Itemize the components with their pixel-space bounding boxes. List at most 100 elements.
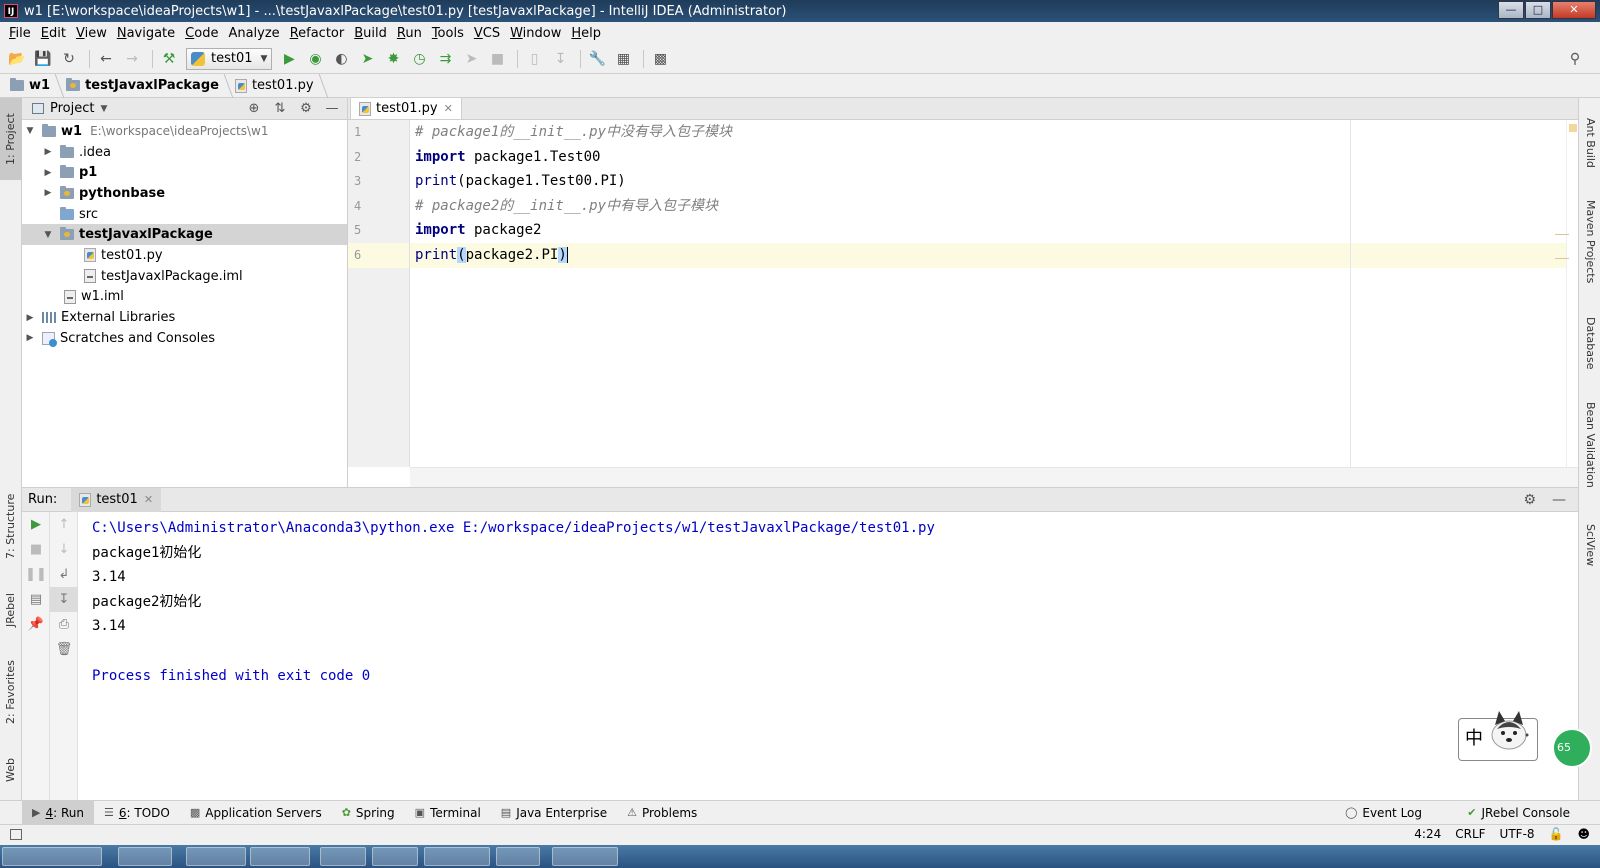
tool-tab-jrebel[interactable]: JRebel — [0, 582, 22, 638]
tree-item-p1[interactable]: ▶ p1 — [22, 162, 347, 183]
profile-icon[interactable]: ◷ — [408, 48, 430, 70]
tool-button-problems[interactable]: ⚠ Problems — [617, 801, 707, 825]
inspection-status-icon[interactable] — [1569, 124, 1577, 132]
code-line[interactable]: # package1的__init__.py中没有导入包子模块 — [410, 120, 1578, 145]
menu-vcs[interactable]: VCS — [469, 26, 505, 41]
tool-button-terminal[interactable]: ▣ Terminal — [405, 801, 491, 825]
taskbar-button[interactable] — [186, 847, 246, 866]
collapsed-arrow-icon[interactable]: ▶ — [24, 333, 36, 343]
tree-item-w1-iml[interactable]: w1.iml — [22, 287, 347, 308]
tool-button-java-enterprise[interactable]: ▤ Java Enterprise — [491, 801, 617, 825]
print-icon[interactable]: ⎙ — [50, 612, 78, 637]
toggle-tool-windows-icon[interactable] — [10, 829, 22, 840]
chevron-down-icon[interactable]: ▼ — [100, 104, 107, 114]
build-hammer-icon[interactable]: ⚒ — [158, 48, 180, 70]
attach-debugger-icon[interactable]: ➤ — [460, 48, 482, 70]
vcs-commit-icon[interactable]: ↧ — [549, 48, 571, 70]
sdk-manager-icon[interactable]: ▩ — [649, 48, 671, 70]
menu-tools[interactable]: Tools — [427, 26, 469, 41]
breadcrumb-item-file[interactable]: test01.py — [234, 78, 324, 93]
close-tab-icon[interactable]: ✕ — [144, 493, 153, 506]
concurrency-diagram-icon[interactable]: ⇉ — [434, 48, 456, 70]
breadcrumb-item-package[interactable]: testJavaxlPackage — [66, 78, 229, 93]
close-button[interactable]: ✕ — [1552, 1, 1596, 19]
tool-tab-maven-projects[interactable]: Maven Projects — [1579, 192, 1600, 292]
tool-button-event-log[interactable]: ◯ Event Log — [1335, 801, 1432, 825]
tool-tab-database[interactable]: Database — [1579, 308, 1600, 378]
project-structure-icon[interactable]: ▦ — [612, 48, 634, 70]
tool-tab-project[interactable]: 1: Project — [0, 98, 22, 180]
tool-tab-web[interactable]: Web — [0, 748, 22, 792]
hide-panel-icon[interactable]: — — [323, 101, 341, 117]
tool-tab-ant-build[interactable]: Ant Build — [1579, 106, 1600, 180]
tree-item-test01-py[interactable]: test01.py — [22, 245, 347, 266]
settings-wrench-icon[interactable]: 🔧 — [586, 48, 608, 70]
expanded-arrow-icon[interactable]: ▼ — [42, 230, 54, 240]
taskbar-button[interactable] — [2, 847, 102, 866]
gear-icon[interactable]: ⚙ — [1523, 492, 1536, 508]
collapsed-arrow-icon[interactable]: ▶ — [42, 168, 54, 178]
menu-help[interactable]: Help — [566, 26, 606, 41]
jrebel-run-icon[interactable]: ➤ — [356, 48, 378, 70]
tool-tab-favorites[interactable]: 2: Favorites — [0, 650, 22, 734]
tool-tab-structure[interactable]: 7: Structure — [0, 484, 22, 568]
minimize-button[interactable]: — — [1498, 1, 1524, 19]
tool-button-jrebel-console[interactable]: ✔ JRebel Console — [1457, 801, 1580, 825]
menu-code[interactable]: Code — [180, 26, 223, 41]
tool-tab-bean-validation[interactable]: Bean Validation — [1579, 394, 1600, 496]
taskbar-button[interactable] — [118, 847, 172, 866]
breadcrumb-item-w1[interactable]: w1 — [10, 78, 60, 93]
synchronize-icon[interactable]: ↻ — [58, 48, 80, 70]
code-area[interactable]: # package1的__init__.py中没有导入包子模块 import p… — [410, 120, 1578, 467]
taskbar-button[interactable] — [496, 847, 540, 866]
error-stripe[interactable] — [1555, 120, 1578, 467]
stop-icon[interactable]: ■ — [486, 48, 508, 70]
tree-item-scratches[interactable]: ▶ Scratches and Consoles — [22, 328, 347, 349]
menu-analyze[interactable]: Analyze — [223, 26, 284, 41]
tree-item-testjavaxlpackage[interactable]: ▼ testJavaxlPackage — [22, 224, 347, 246]
search-everywhere-icon[interactable]: ⚲ — [1564, 48, 1586, 70]
taskbar-button[interactable] — [552, 847, 618, 866]
run-tab-test01[interactable]: test01 ✕ — [71, 487, 162, 512]
line-separator[interactable]: CRLF — [1455, 827, 1485, 841]
taskbar-button[interactable] — [372, 847, 418, 866]
taskbar-button[interactable] — [424, 847, 490, 866]
tree-item-idea[interactable]: ▶ .idea — [22, 142, 347, 163]
hide-panel-icon[interactable]: — — [1552, 492, 1566, 508]
menu-view[interactable]: View — [71, 26, 112, 41]
file-encoding[interactable]: UTF-8 — [1500, 827, 1535, 841]
taskbar-button[interactable] — [320, 847, 366, 866]
menu-file[interactable]: File — [4, 26, 36, 41]
up-arrow-icon[interactable]: ↑ — [50, 512, 78, 537]
tool-tab-sciview[interactable]: SciView — [1579, 514, 1600, 576]
menu-window[interactable]: Window — [505, 26, 566, 41]
tool-button-todo[interactable]: ☰ 6: TODO — [94, 801, 180, 825]
stripe-marker[interactable] — [1555, 258, 1569, 259]
pause-icon[interactable]: ❚❚ — [22, 562, 50, 587]
tree-item-package-iml[interactable]: testJavaxlPackage.iml — [22, 266, 347, 287]
trash-icon[interactable]: 🗑 — [50, 637, 78, 662]
expanded-arrow-icon[interactable]: ▼ — [24, 126, 36, 136]
run-with-coverage-icon[interactable]: ◐ — [330, 48, 352, 70]
run-configuration-selector[interactable]: test01 ▼ — [186, 47, 273, 70]
vcs-update-icon[interactable]: ▯ — [523, 48, 545, 70]
down-arrow-icon[interactable]: ↓ — [50, 537, 78, 562]
tool-button-spring[interactable]: ✿ Spring — [332, 801, 405, 825]
save-all-icon[interactable]: 💾 — [32, 48, 54, 70]
debug-bug-icon[interactable]: ◉ — [304, 48, 326, 70]
caret-position[interactable]: 4:24 — [1414, 827, 1441, 841]
tree-item-root[interactable]: ▼ w1 E:\workspace\ideaProjects\w1 — [22, 121, 347, 142]
rerun-icon[interactable]: ▶ — [22, 512, 50, 537]
tree-item-src[interactable]: src — [22, 204, 347, 225]
taskbar-button[interactable] — [250, 847, 310, 866]
stripe-marker[interactable] — [1555, 234, 1569, 235]
jrebel-debug-icon[interactable]: ✸ — [382, 48, 404, 70]
project-view-selector[interactable]: Project — [50, 101, 94, 116]
tree-item-pythonbase[interactable]: ▶ pythonbase — [22, 183, 347, 204]
close-tab-icon[interactable]: ✕ — [444, 102, 453, 115]
code-line[interactable]: import package2 — [410, 218, 1578, 243]
code-line[interactable]: print(package1.Test00.PI) — [410, 169, 1578, 194]
floating-badge[interactable]: 65 — [1552, 728, 1592, 768]
menu-navigate[interactable]: Navigate — [112, 26, 180, 41]
gear-icon[interactable]: ⚙ — [297, 101, 315, 117]
